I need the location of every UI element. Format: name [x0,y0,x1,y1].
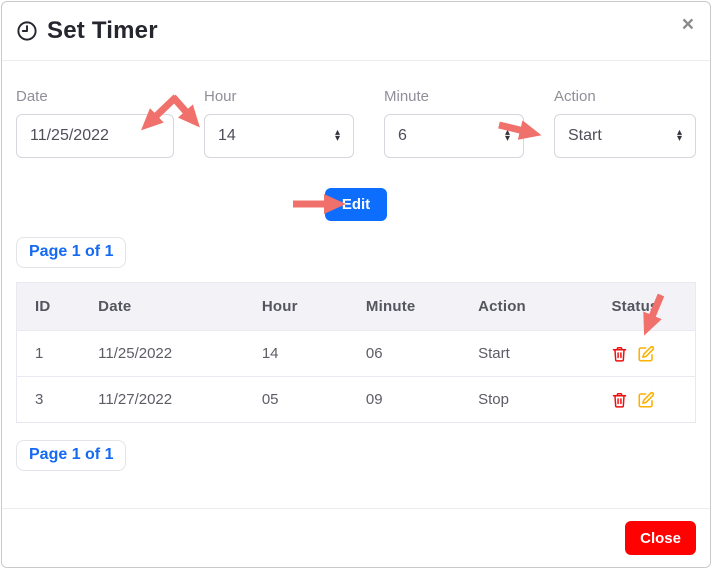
cell-hour: 05 [244,377,348,423]
trash-icon[interactable] [611,391,628,409]
hour-field-group: Hour 14 ▴▾ [204,88,354,158]
action-select[interactable]: Start ▴▾ [554,114,696,158]
table-row: 3 11/27/2022 05 09 Stop [17,377,696,423]
cell-hour: 14 [244,331,348,377]
table-header-row: ID Date Hour Minute Action Status [17,283,696,331]
col-header-date: Date [80,283,244,331]
trash-icon[interactable] [611,345,628,363]
cell-minute: 09 [348,377,460,423]
col-header-id: ID [17,283,81,331]
modal-header: Set Timer × [2,2,710,61]
action-select-value: Start [568,127,602,145]
minute-field-group: Minute 6 ▴▾ [384,88,524,158]
cell-status [593,331,695,377]
minute-label: Minute [384,88,524,105]
edit-icon[interactable] [637,391,655,409]
cell-minute: 06 [348,331,460,377]
cell-status [593,377,695,423]
pagination-bottom[interactable]: Page 1 of 1 [16,440,126,471]
select-caret-icon: ▴▾ [335,130,340,142]
cell-id: 1 [17,331,81,377]
select-caret-icon: ▴▾ [677,130,682,142]
action-field-group: Action Start ▴▾ [554,88,696,158]
pagination-top[interactable]: Page 1 of 1 [16,237,126,268]
hour-label: Hour [204,88,354,105]
set-timer-modal: Set Timer × Date Hour 14 ▴▾ Minute [1,1,711,568]
select-caret-icon: ▴▾ [505,130,510,142]
date-input[interactable] [30,127,160,145]
cell-action: Stop [460,377,593,423]
date-field-group: Date [16,88,174,158]
page-title: Set Timer [47,17,158,45]
minute-select[interactable]: 6 ▴▾ [384,114,524,158]
hour-select-value: 14 [218,127,236,145]
close-button[interactable]: Close [625,521,696,555]
timer-form: Date Hour 14 ▴▾ Minute 6 ▴▾ A [16,88,696,158]
cell-date: 11/27/2022 [80,377,244,423]
col-header-action: Action [460,283,593,331]
cell-date: 11/25/2022 [80,331,244,377]
timers-table: ID Date Hour Minute Action Status 1 11/2… [16,282,696,423]
action-label: Action [554,88,696,105]
close-icon[interactable]: × [682,14,694,35]
edit-button[interactable]: Edit [325,188,387,221]
date-label: Date [16,88,174,105]
minute-select-value: 6 [398,127,407,145]
cell-id: 3 [17,377,81,423]
hour-select[interactable]: 14 ▴▾ [204,114,354,158]
col-header-minute: Minute [348,283,460,331]
clock-icon [16,20,38,42]
edit-icon[interactable] [637,345,655,363]
cell-action: Start [460,331,593,377]
date-input-wrap [16,114,174,158]
modal-footer: Close [2,508,710,567]
table-row: 1 11/25/2022 14 06 Start [17,331,696,377]
col-header-hour: Hour [244,283,348,331]
col-header-status: Status [593,283,695,331]
